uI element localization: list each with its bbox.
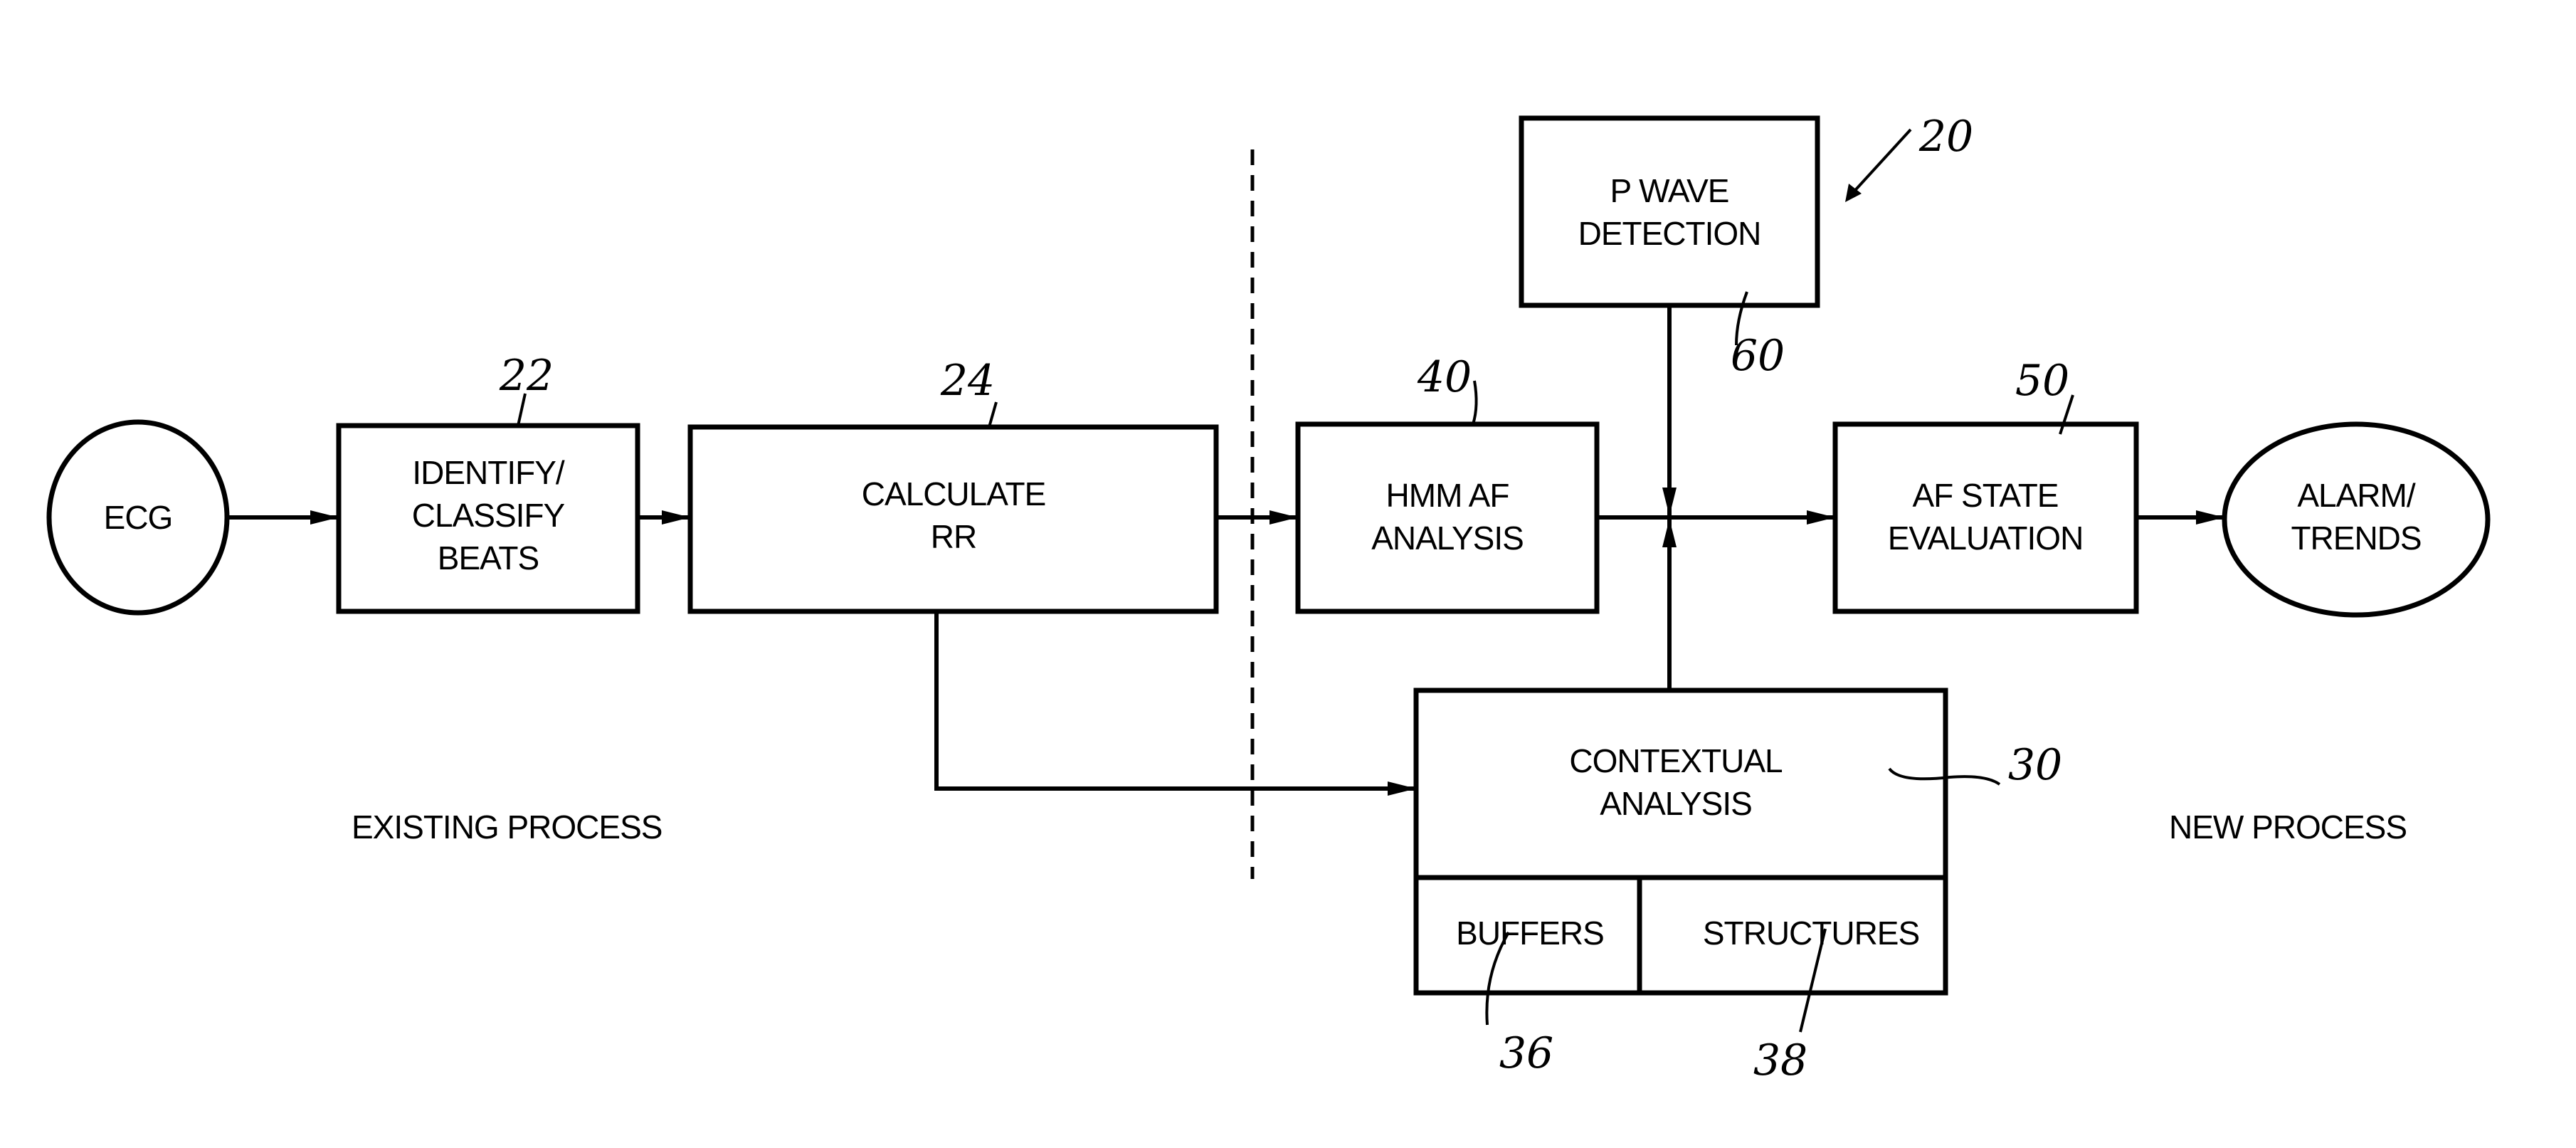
leader-40 [1472, 380, 1478, 425]
ref-40: 40 [1417, 352, 1472, 402]
ref-36: 36 [1499, 1028, 1553, 1078]
ecg-label: ECG [104, 499, 173, 536]
caption-new-process: NEW PROCESS [2169, 809, 2407, 846]
contextual-label-line2: ANALYSIS [1600, 785, 1752, 822]
ref-50: 50 [2015, 356, 2069, 406]
identify-label-line1: IDENTIFY/ [412, 454, 565, 491]
calcrr-label-line2: RR [931, 518, 976, 555]
flow-diagram: ECG IDENTIFY/ CLASSIFY BEATS CALCULATE R… [46, 112, 2491, 1085]
identify-label-line3: BEATS [438, 539, 539, 576]
identify-label-line2: CLASSIFY [412, 497, 565, 534]
edge-calcrr-contextual [934, 611, 1416, 796]
figure-20-arrow [1849, 128, 1912, 197]
node-identify-classify-beats: IDENTIFY/ CLASSIFY BEATS [336, 423, 640, 614]
structures-label: STRUCTURES [1703, 915, 1919, 952]
node-af-state-evaluation: AF STATE EVALUATION [1832, 421, 2139, 614]
leader-24 [988, 401, 998, 428]
afstate-label-line1: AF STATE [1913, 477, 2059, 514]
hmm-label-line1: HMM AF [1386, 477, 1509, 514]
node-buffers: BUFFERS [1456, 915, 1605, 952]
pwave-label-line2: DETECTION [1578, 215, 1761, 252]
node-alarm-trends: ALARM/ TRENDS [2222, 421, 2491, 618]
ref-38: 38 [1753, 1036, 1807, 1085]
node-p-wave-detection: P WAVE DETECTION [1519, 115, 1820, 308]
alarm-label-line2: TRENDS [2291, 520, 2421, 557]
node-ecg: ECG [46, 419, 230, 616]
ref-30: 30 [2008, 740, 2062, 790]
node-structures: STRUCTURES [1703, 915, 1920, 952]
alarm-label-line1: ALARM/ [2297, 477, 2415, 514]
ref-20: 20 [1918, 112, 1973, 162]
node-calculate-rr: CALCULATE RR [687, 424, 1219, 614]
ref-60: 60 [1731, 331, 1785, 381]
ref-22: 22 [499, 351, 554, 401]
hmm-label-line2: ANALYSIS [1371, 520, 1524, 557]
node-hmm-af-analysis: HMM AF ANALYSIS [1295, 421, 1600, 614]
afstate-label-line2: EVALUATION [1888, 520, 2084, 557]
ref-24: 24 [940, 356, 995, 406]
pwave-label-line1: P WAVE [1610, 172, 1729, 209]
contextual-label-line1: CONTEXTUAL [1569, 742, 1783, 779]
calcrr-label-line1: CALCULATE [862, 475, 1046, 512]
caption-existing-process: EXISTING PROCESS [352, 809, 662, 846]
buffers-label: BUFFERS [1456, 915, 1604, 952]
